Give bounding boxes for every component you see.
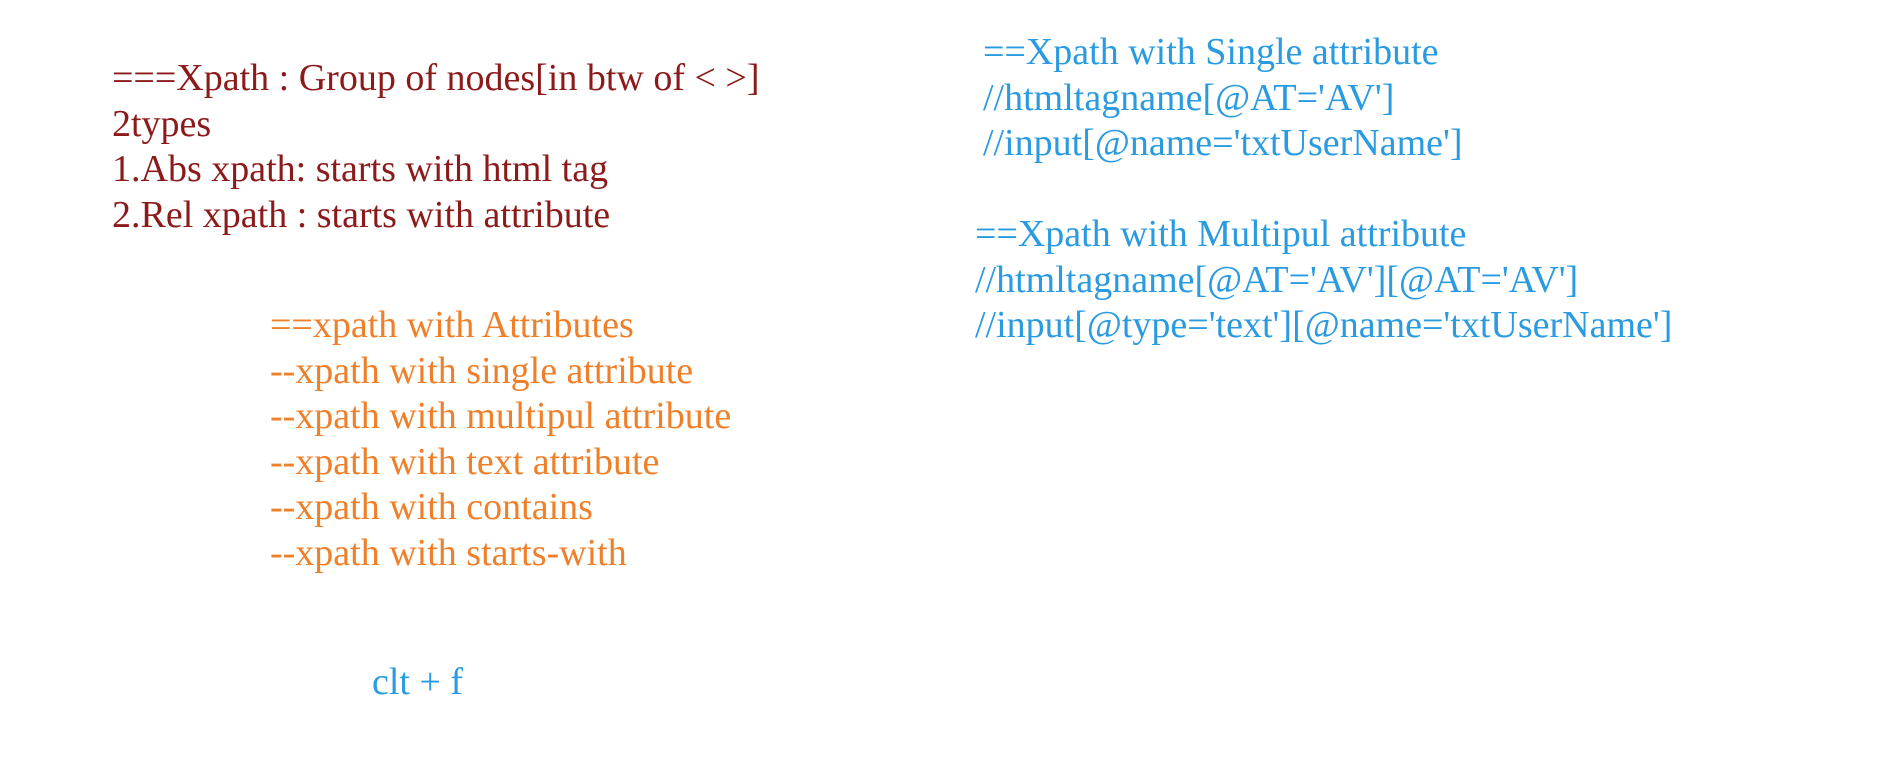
attribute-item-starts-with: --xpath with starts-with xyxy=(270,531,627,574)
multiple-attribute-example: //input[@type='text'][@name='txtUserName… xyxy=(975,304,1673,347)
attribute-item-contains: --xpath with contains xyxy=(270,486,593,529)
single-attribute-syntax: //htmltagname[@AT='AV'] xyxy=(983,76,1395,119)
xpath-types-label: 2types xyxy=(112,102,212,145)
single-attribute-example: //input[@name='txtUserName'] xyxy=(983,122,1463,165)
single-attribute-heading: ==Xpath with Single attribute xyxy=(983,31,1439,73)
multiple-attribute-block: ==Xpath with Multipul attribute //htmlta… xyxy=(975,212,1672,349)
attribute-item-multiple: --xpath with multipul attribute xyxy=(270,395,732,438)
multiple-attribute-syntax: //htmltagname[@AT='AV'][@AT='AV'] xyxy=(975,258,1579,301)
xpath-intro-heading: ===Xpath : Group of nodes[in btw of < >] xyxy=(112,57,760,99)
shortcut-block: clt + f xyxy=(372,660,463,706)
find-shortcut-text: clt + f xyxy=(372,661,464,703)
attribute-item-text: --xpath with text attribute xyxy=(270,440,660,483)
attribute-item-single: --xpath with single attribute xyxy=(270,349,694,392)
multiple-attribute-heading: ==Xpath with Multipul attribute xyxy=(975,213,1467,255)
relative-xpath-note: 2.Rel xpath : starts with attribute xyxy=(112,193,611,236)
absolute-xpath-note: 1.Abs xpath: starts with html tag xyxy=(112,148,609,191)
single-attribute-block: ==Xpath with Single attribute //htmltagn… xyxy=(983,30,1463,167)
xpath-intro-block: ===Xpath : Group of nodes[in btw of < >]… xyxy=(112,56,760,238)
attributes-heading: ==xpath with Attributes xyxy=(270,304,634,346)
xpath-attributes-block: ==xpath with Attributes --xpath with sin… xyxy=(270,303,731,577)
